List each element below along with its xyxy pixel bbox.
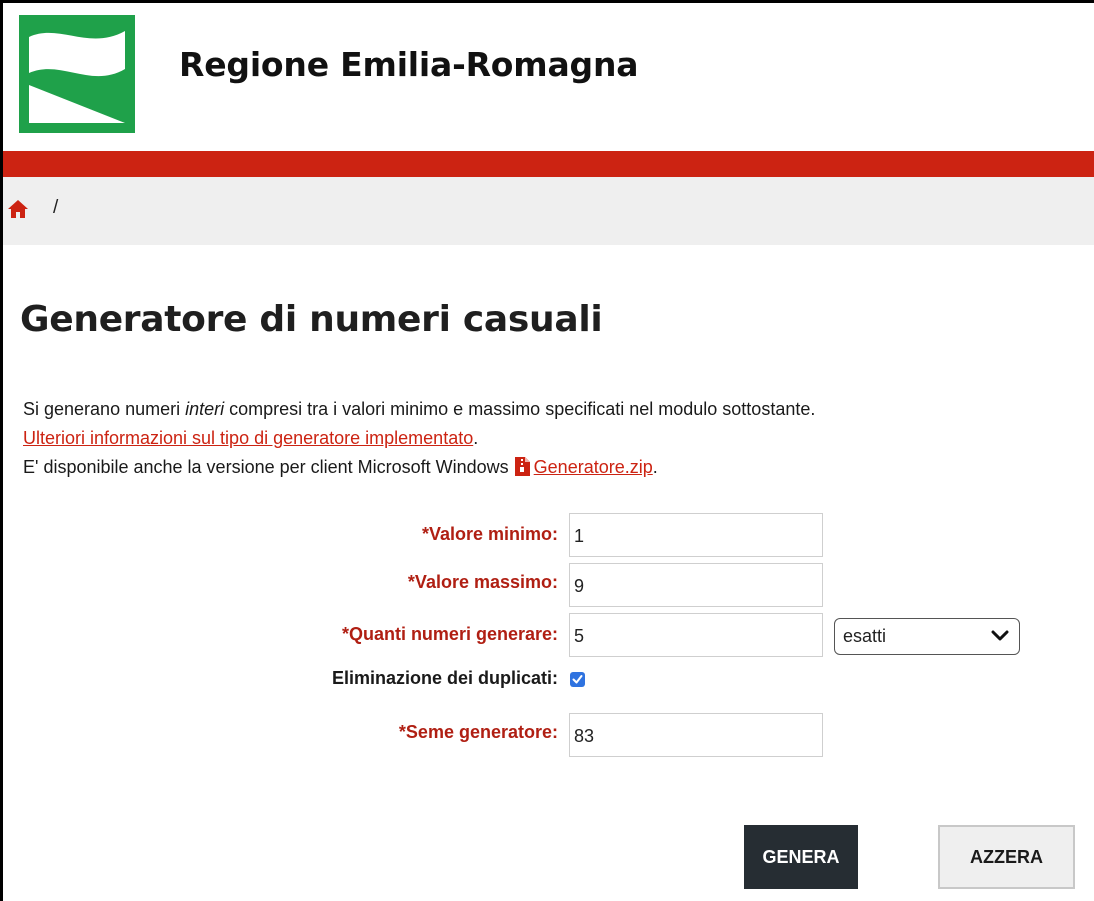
site-title[interactable]: Regione Emilia-Romagna — [179, 45, 639, 84]
chevron-down-icon — [991, 630, 1009, 641]
zip-file-icon — [514, 457, 530, 476]
intro-text-part: compresi tra i valori minimo e massimo s… — [224, 399, 816, 419]
count-mode-select[interactable]: esatti — [834, 618, 1020, 655]
seed-input[interactable]: 83 — [569, 713, 823, 757]
dedup-checkbox[interactable] — [570, 672, 585, 687]
intro-text: Si generano numeri interi compresi tra i… — [23, 395, 1083, 482]
min-value-input[interactable]: 1 — [569, 513, 823, 557]
zip-download-link[interactable]: Generatore.zip — [534, 457, 653, 477]
seed-label: *Seme generatore: — [398, 722, 558, 742]
check-icon — [572, 675, 583, 684]
page-title: Generatore di numeri casuali — [20, 299, 603, 340]
regione-logo-icon[interactable] — [19, 15, 135, 133]
header-accent-bar — [3, 151, 1094, 177]
generate-button[interactable]: GENERA — [744, 825, 858, 889]
min-value-label: *Valore minimo: — [421, 524, 558, 544]
count-mode-value: esatti — [843, 626, 887, 646]
dedup-label: Eliminazione dei duplicati: — [331, 668, 558, 688]
count-input[interactable]: 5 — [569, 613, 823, 657]
count-label: *Quanti numeri generare: — [341, 624, 558, 644]
intro-line-3: E' disponibile anche la versione per cli… — [23, 453, 1083, 482]
page-frame: Regione Emilia-Romagna / Generatore di n… — [0, 0, 1094, 901]
breadcrumb-separator: / — [53, 197, 59, 218]
intro-text-part: Si generano numeri — [23, 399, 186, 419]
intro-line-2: Ulteriori informazioni sul tipo di gener… — [23, 424, 1083, 453]
max-value-label: *Valore massimo: — [407, 572, 558, 592]
max-value-input[interactable]: 9 — [569, 563, 823, 607]
intro-text-part: . — [473, 428, 479, 448]
info-link[interactable]: Ulteriori informazioni sul tipo di gener… — [23, 428, 473, 448]
home-icon[interactable] — [7, 199, 29, 219]
intro-emphasis: interi — [185, 399, 225, 419]
intro-text-part: E' disponibile anche la versione per cli… — [23, 457, 509, 477]
intro-line-1: Si generano numeri interi compresi tra i… — [23, 395, 1083, 424]
site-header: Regione Emilia-Romagna — [3, 3, 1094, 151]
breadcrumb: / — [3, 177, 1094, 245]
intro-text-part: . — [652, 457, 658, 477]
reset-button[interactable]: AZZERA — [938, 825, 1075, 889]
